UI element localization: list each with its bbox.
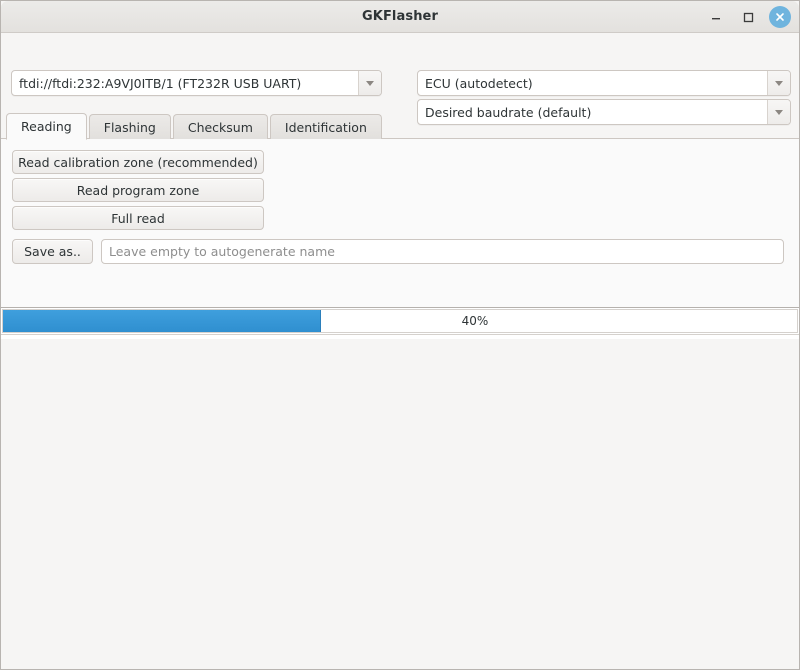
read-program-zone-button[interactable]: Read program zone xyxy=(12,178,264,202)
tab-flashing-label: Flashing xyxy=(103,119,156,135)
interface-select-value: ftdi://ftdi:232:A9VJ0ITB/1 (FT232R USB U… xyxy=(19,75,302,91)
tab-checksum[interactable]: Checksum xyxy=(172,114,268,139)
read-calibration-zone-label: Read calibration zone (recommended) xyxy=(18,154,258,170)
progress-bar-container: 40% xyxy=(1,307,799,334)
tab-identification-label: Identification xyxy=(284,119,367,135)
tab-bar: Reading Flashing Checksum Identification xyxy=(1,113,384,140)
maximize-button[interactable] xyxy=(737,6,759,28)
window-controls xyxy=(705,1,791,33)
minimize-button[interactable] xyxy=(705,6,727,28)
ecu-select-value: ECU (autodetect) xyxy=(425,75,533,91)
ecu-select[interactable]: ECU (autodetect) xyxy=(417,70,791,96)
app-window: GKFlasher ftdi://ftdi:232:A9VJ0ITB/1 (FT… xyxy=(0,0,800,670)
tab-flashing[interactable]: Flashing xyxy=(88,114,171,139)
save-as-button[interactable]: Save as.. xyxy=(12,239,93,264)
baudrate-select[interactable]: Desired baudrate (default) xyxy=(417,99,791,125)
content-root: ftdi://ftdi:232:A9VJ0ITB/1 (FT232R USB U… xyxy=(1,33,799,339)
close-icon xyxy=(776,13,784,21)
reading-tab-panel: Read calibration zone (recommended) Read… xyxy=(1,138,799,307)
log-output[interactable]: [*] Initializing interface ftdi://ftdi:2… xyxy=(1,334,799,339)
window-title: GKFlasher xyxy=(362,9,438,24)
chevron-down-icon[interactable] xyxy=(767,71,790,95)
read-program-zone-label: Read program zone xyxy=(76,182,200,198)
full-read-label: Full read xyxy=(111,210,165,226)
tab-identification[interactable]: Identification xyxy=(269,114,382,139)
read-calibration-zone-button[interactable]: Read calibration zone (recommended) xyxy=(12,150,264,174)
chevron-down-icon[interactable] xyxy=(358,71,381,95)
tab-reading[interactable]: Reading xyxy=(6,113,87,140)
save-as-label: Save as.. xyxy=(24,244,81,259)
full-read-button[interactable]: Full read xyxy=(12,206,264,230)
chevron-down-icon[interactable] xyxy=(767,100,790,124)
save-name-input[interactable] xyxy=(101,239,784,264)
tab-reading-label: Reading xyxy=(21,119,72,134)
interface-select[interactable]: ftdi://ftdi:232:A9VJ0ITB/1 (FT232R USB U… xyxy=(11,70,382,96)
baudrate-select-value: Desired baudrate (default) xyxy=(425,104,592,120)
tab-checksum-label: Checksum xyxy=(187,119,253,135)
close-button[interactable] xyxy=(769,6,791,28)
progress-bar: 40% xyxy=(2,309,798,333)
progress-percent-label: 40% xyxy=(461,314,489,328)
title-bar: GKFlasher xyxy=(1,1,799,33)
